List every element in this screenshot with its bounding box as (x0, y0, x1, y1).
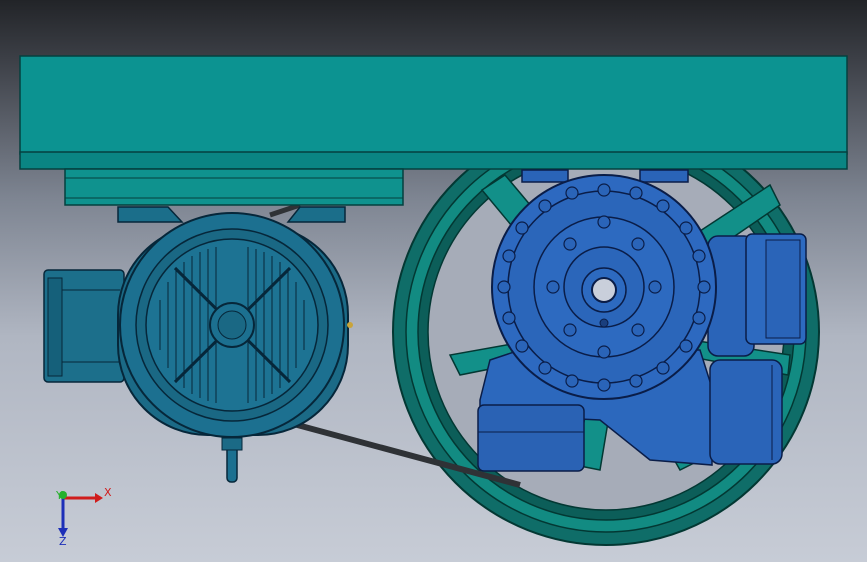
cad-viewport[interactable]: X Y Z (0, 0, 867, 562)
y-axis-label: Y (55, 489, 63, 502)
x-axis-label: X (104, 486, 112, 499)
z-axis-label: Z (59, 535, 67, 548)
motor[interactable] (43, 206, 353, 483)
axis-triad: X Y Z (55, 486, 112, 548)
